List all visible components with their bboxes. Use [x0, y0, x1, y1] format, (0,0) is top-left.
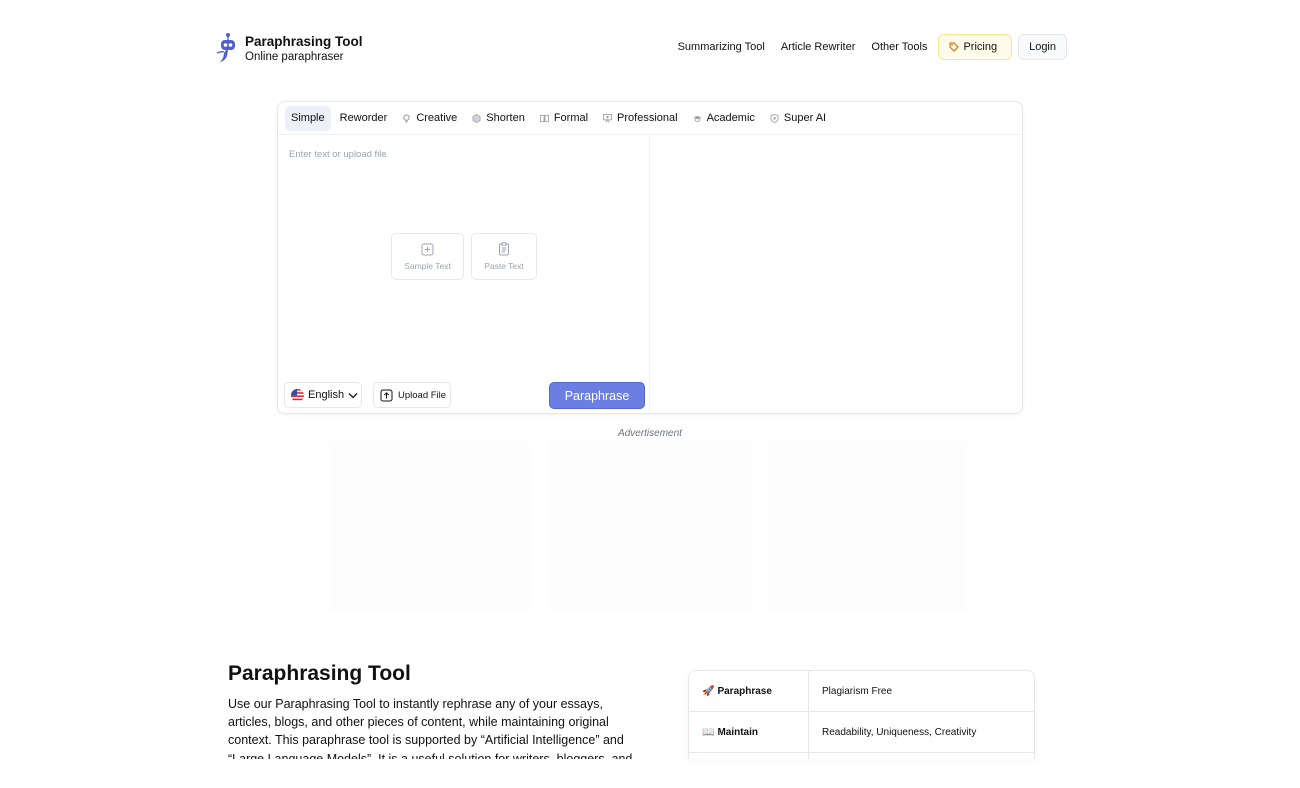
feature-value [809, 753, 1034, 759]
nav-summarizing-tool[interactable]: Summarizing Tool [678, 34, 765, 60]
hexagon-icon [472, 113, 481, 123]
ad-slot[interactable] [549, 441, 752, 611]
us-flag-icon [291, 388, 304, 402]
site-header: Paraphrasing Tool Online paraphraser Sum… [215, 28, 1067, 68]
mode-tabs: Simple Reworder Creative Shorten Formal … [278, 102, 1022, 135]
tab-simple[interactable]: Simple [285, 105, 331, 131]
upload-icon [380, 389, 393, 401]
tab-label: Creative [416, 112, 458, 124]
upload-label: Upload File [398, 389, 447, 401]
ad-slot[interactable] [768, 441, 966, 611]
nav-other-tools[interactable]: Other Tools [871, 34, 927, 60]
tab-academic[interactable]: Academic [687, 106, 761, 131]
pricing-button[interactable]: Pricing [938, 34, 1013, 60]
graduation-cap-icon [693, 115, 702, 122]
feature-value: Readability, Uniqueness, Creativity [822, 726, 977, 738]
upload-file-button[interactable]: Upload File [373, 382, 451, 408]
chevron-down-icon [348, 392, 358, 398]
feature-name: 🚀 Paraphrase [689, 671, 809, 711]
features-table: 🚀 Paraphrase Plagiarism Free 📖 Maintain … [688, 670, 1035, 759]
paraphrase-button[interactable]: Paraphrase [549, 382, 645, 409]
input-pane[interactable]: Enter text or upload file Sample Text Pa… [278, 135, 650, 413]
feature-name: 📖 Maintain [689, 712, 809, 752]
feature-label: Maintain [717, 726, 759, 738]
tab-label: Reworder [339, 112, 388, 124]
language-select[interactable]: English [284, 382, 362, 408]
tab-label: Super AI [783, 112, 827, 124]
table-row [689, 753, 1034, 759]
plus-square-icon [421, 243, 434, 255]
bulb-icon [403, 113, 411, 123]
tab-super-ai[interactable]: Super AI [764, 106, 832, 131]
feature-label: Paraphrase [717, 685, 772, 697]
brand-title: Paraphrasing Tool [245, 34, 363, 49]
rocket-icon: 🚀 [702, 685, 715, 697]
intro-paragraph: Use our Paraphrasing Tool to instantly r… [228, 697, 633, 759]
tag-icon [949, 42, 960, 52]
presentation-icon [603, 113, 613, 123]
tab-professional[interactable]: Professional [597, 106, 684, 131]
pricing-label: Pricing [963, 41, 998, 53]
shield-ai-icon [770, 113, 779, 123]
tab-label: Professional [617, 112, 678, 124]
feature-name [689, 753, 809, 759]
paste-text-button[interactable]: Paste Text [471, 233, 537, 280]
paste-text-label: Paste Text [484, 261, 524, 271]
ad-slot[interactable] [330, 441, 530, 611]
tab-label: Academic [706, 112, 755, 124]
tab-creative[interactable]: Creative [396, 106, 463, 131]
tab-formal[interactable]: Formal [534, 106, 594, 131]
tab-label: Formal [553, 112, 589, 124]
sample-text-label: Sample Text [404, 260, 451, 271]
robot-logo-icon [216, 33, 235, 62]
paraphraser-card: Simple Reworder Creative Shorten Formal … [277, 101, 1023, 414]
nav-article-rewriter[interactable]: Article Rewriter [781, 34, 856, 60]
brand[interactable]: Paraphrasing Tool Online paraphraser [215, 28, 363, 65]
book-icon [539, 114, 549, 122]
tab-reworder[interactable]: Reworder [334, 106, 394, 131]
top-nav: Summarizing Tool Article Rewriter Other … [678, 34, 1067, 60]
brand-subtitle: Online paraphraser [245, 51, 344, 63]
sample-text-button[interactable]: Sample Text [391, 233, 464, 280]
output-pane[interactable] [650, 135, 1022, 413]
advertisement-label: Advertisement [618, 428, 682, 439]
section-heading: Paraphrasing Tool [228, 662, 411, 685]
language-label: English [308, 389, 345, 401]
book-emoji-icon: 📖 [702, 726, 715, 738]
tab-label: Shorten [486, 112, 525, 124]
tab-label: Simple [291, 112, 325, 124]
table-row: 🚀 Paraphrase Plagiarism Free [689, 671, 1034, 712]
input-placeholder: Enter text or upload file [289, 149, 387, 160]
table-row: 📖 Maintain Readability, Uniqueness, Crea… [689, 712, 1034, 753]
login-button[interactable]: Login [1018, 34, 1067, 60]
clipboard-icon [499, 242, 509, 256]
feature-value: Plagiarism Free [822, 685, 893, 697]
tab-shorten[interactable]: Shorten [466, 106, 531, 131]
